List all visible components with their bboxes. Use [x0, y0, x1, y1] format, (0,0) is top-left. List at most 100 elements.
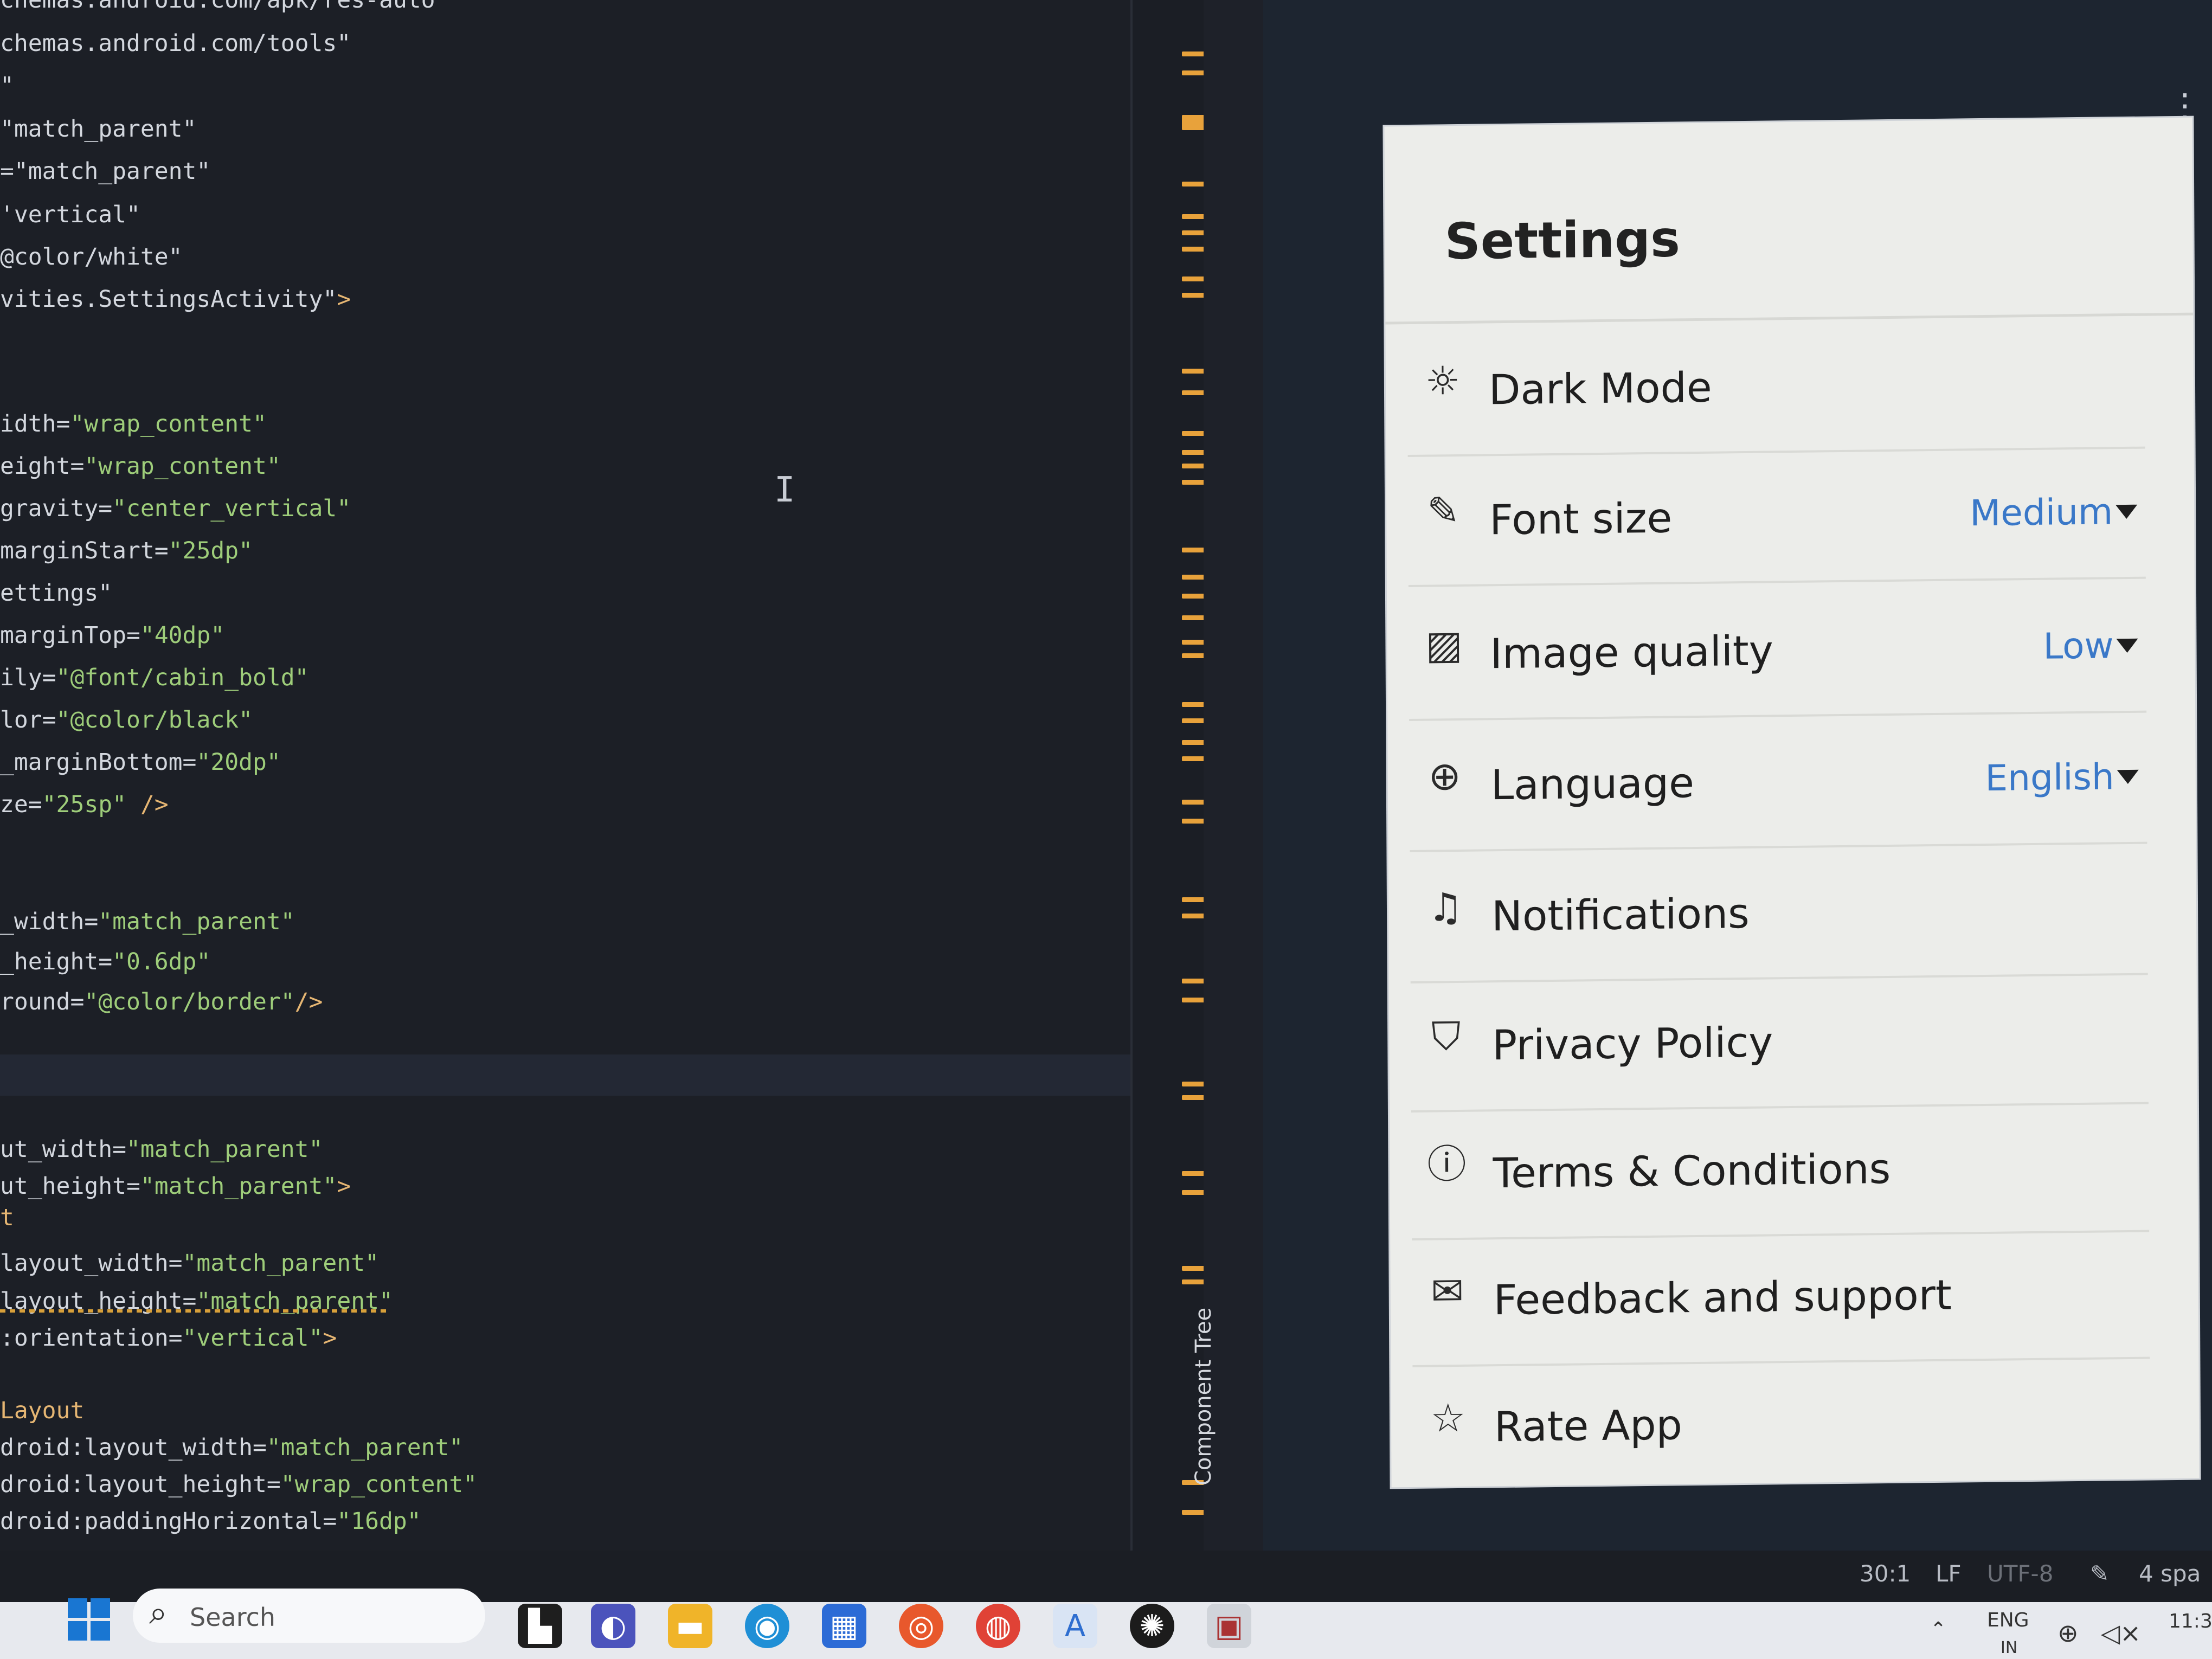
- code-string: "wrap_content": [70, 410, 267, 438]
- component-tree-tab[interactable]: Component Tree: [1187, 1290, 1220, 1486]
- globe-icon: ⊕: [1428, 753, 1462, 799]
- code-line: droid:paddingHorizontal="16dp": [0, 1505, 421, 1538]
- code-attribute: droid:layout_height=: [0, 1471, 281, 1498]
- chevron-down-icon[interactable]: [2115, 504, 2138, 519]
- windows-start-icon[interactable]: [68, 1598, 110, 1641]
- file-explorer-icon[interactable]: ▬: [668, 1604, 712, 1648]
- settings-row-terms-conditions[interactable]: ⓘ Terms & Conditions: [1390, 1099, 2198, 1241]
- code-line: gravity="center_vertical": [0, 492, 351, 525]
- search-icon: ⌕: [149, 1594, 168, 1632]
- code-punctuation: t: [0, 1204, 14, 1231]
- settings-row-label: Feedback and support: [1493, 1270, 1952, 1324]
- brush-icon[interactable]: ✎: [2090, 1560, 2109, 1587]
- cursor-position[interactable]: 30:1: [1860, 1560, 1911, 1587]
- line-ending[interactable]: LF: [1935, 1560, 1962, 1587]
- code-line: 'vertical": [0, 198, 140, 231]
- settings-row-notifications[interactable]: ♫ Notifications: [1388, 842, 2196, 984]
- code-line: Layout: [0, 1394, 84, 1427]
- code-attribute: droid:paddingHorizontal=: [0, 1508, 337, 1535]
- page-title: Settings: [1444, 210, 1681, 271]
- settings-row-font-size[interactable]: ✎ Font size Medium: [1386, 446, 2195, 588]
- task-view-icon[interactable]: ▙: [518, 1604, 562, 1648]
- clock[interactable]: 11:3: [2169, 1610, 2212, 1632]
- input-region[interactable]: IN: [2001, 1638, 2017, 1657]
- network-icon[interactable]: ⊕: [2057, 1618, 2079, 1648]
- code-line: _height="0.6dp": [0, 946, 210, 978]
- settings-row-privacy-policy[interactable]: ⛉ Privacy Policy: [1389, 971, 2197, 1113]
- code-punctuation: >: [323, 1324, 337, 1352]
- mail-icon: ✉: [1431, 1268, 1464, 1314]
- chevron-down-icon[interactable]: [2116, 638, 2138, 653]
- code-punctuation: />: [126, 791, 169, 818]
- code-attribute: ettings": [0, 580, 113, 607]
- code-attribute: droid:layout_width=: [0, 1434, 267, 1461]
- settings-dropdown-value[interactable]: English: [1985, 756, 2114, 799]
- teams-icon[interactable]: ◐: [591, 1604, 635, 1648]
- code-attribute: idth=: [0, 410, 70, 438]
- indent-setting[interactable]: 4 spa: [2139, 1560, 2201, 1587]
- settings-row-image-quality[interactable]: ▨ Image quality Low: [1387, 580, 2195, 722]
- code-string: "match_parent": [98, 908, 295, 935]
- chatgpt-icon[interactable]: ✺: [1130, 1604, 1174, 1648]
- code-attribute: layout_width=: [0, 1250, 183, 1277]
- store-icon[interactable]: ▦: [822, 1604, 866, 1648]
- code-string: "@color/black": [56, 706, 253, 734]
- code-line: ettings": [0, 577, 112, 609]
- settings-dropdown-value[interactable]: Medium: [1970, 491, 2113, 534]
- code-punctuation: >: [337, 286, 351, 313]
- code-line: vities.SettingsActivity">: [0, 283, 351, 316]
- code-string: "match_parent": [140, 1173, 337, 1200]
- code-attribute: "match_parent": [0, 115, 197, 143]
- settings-screen-preview: Settings ☼ Dark Mode ✎ Font size Medium ▨ Imag…: [1384, 117, 2200, 1488]
- edge-icon[interactable]: ◉: [745, 1604, 789, 1648]
- settings-row-label: Image quality: [1490, 626, 1773, 678]
- volume-muted-icon[interactable]: ◁×: [2101, 1618, 2141, 1648]
- settings-row-rate-app[interactable]: ☆ Rate App: [1391, 1353, 2199, 1495]
- info-icon: ⓘ: [1427, 1141, 1467, 1187]
- code-line: chemas.android.com/apk/res-auto: [0, 0, 435, 16]
- settings-row-label: Font size: [1489, 493, 1673, 544]
- code-string: "match_parent": [266, 1434, 464, 1461]
- code-attribute: ut_width=: [0, 1136, 126, 1163]
- chevron-down-icon[interactable]: [2117, 769, 2139, 785]
- code-string: "25dp": [168, 537, 253, 564]
- file-encoding[interactable]: UTF-8: [1987, 1560, 2053, 1587]
- code-line: t: [0, 1201, 14, 1234]
- edit-icon: ✎: [1426, 487, 1460, 534]
- code-string: "vertical": [182, 1324, 323, 1352]
- chrome-icon[interactable]: ◍: [976, 1604, 1020, 1648]
- code-line: round="@color/border"/>: [0, 986, 323, 1018]
- settings-row-label: Terms & Conditions: [1493, 1144, 1891, 1198]
- code-string: "match_parent": [182, 1250, 379, 1277]
- code-string: "20dp": [196, 749, 281, 776]
- sun-icon: ☼: [1425, 357, 1461, 404]
- code-line: marginStart="25dp": [0, 535, 253, 567]
- app-icon[interactable]: ▣: [1207, 1604, 1251, 1648]
- tray-expand-icon[interactable]: ⌃: [1930, 1618, 1946, 1641]
- settings-row-label: Notifications: [1491, 889, 1750, 941]
- taskbar-search[interactable]: ⌕ Search: [133, 1589, 485, 1643]
- text-cursor-icon: I: [774, 470, 795, 510]
- settings-row-dark-mode[interactable]: ☼ Dark Mode: [1385, 316, 2194, 458]
- firefox-icon[interactable]: ◎: [899, 1604, 943, 1648]
- code-attribute: chemas.android.com/tools": [0, 30, 351, 57]
- code-line: @color/white": [0, 241, 183, 273]
- settings-row-label: Rate App: [1494, 1400, 1683, 1451]
- code-attribute: _width=: [0, 908, 99, 935]
- settings-row-language[interactable]: ⊕ Language English: [1387, 711, 2196, 853]
- search-input[interactable]: Search: [190, 1603, 275, 1632]
- code-line: ut_width="match_parent": [0, 1133, 323, 1166]
- code-attribute: round=: [0, 988, 85, 1015]
- settings-row-feedback-and-support[interactable]: ✉ Feedback and support: [1390, 1226, 2198, 1368]
- settings-row-label: Language: [1490, 758, 1695, 809]
- code-attribute: ze=: [0, 791, 42, 818]
- code-line: layout_width="match_parent": [0, 1247, 379, 1279]
- editor-splitter[interactable]: [1130, 0, 1133, 1551]
- code-line: "match_parent": [0, 113, 196, 145]
- input-language[interactable]: ENG: [1987, 1609, 2029, 1631]
- code-editor[interactable]: chemas.android.com/apk/res-auto chemas.an…: [0, 0, 1130, 1551]
- code-string: "@color/border": [84, 988, 295, 1015]
- settings-dropdown-value[interactable]: Low: [2043, 625, 2113, 667]
- android-studio-icon[interactable]: A: [1053, 1604, 1097, 1648]
- code-attribute: 'vertical": [0, 201, 140, 228]
